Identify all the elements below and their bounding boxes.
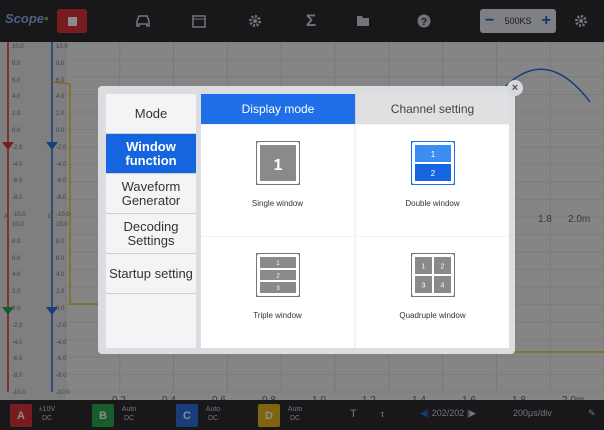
quadruple-window-label: Quadruple window — [399, 311, 466, 320]
menu-item-mode[interactable]: Mode — [106, 94, 196, 134]
double-window-option[interactable]: 1 2 Double window — [356, 125, 509, 236]
quadruple-window-icon: 1 2 3 4 — [411, 253, 455, 297]
window-number: 1 — [422, 264, 426, 271]
window-number: 1 — [431, 150, 436, 159]
triple-window-icon: 1 2 3 — [256, 253, 300, 297]
single-window-option[interactable]: 1 Single window — [201, 125, 354, 236]
menu-item-waveform-generator[interactable]: Waveform Generator — [106, 174, 196, 214]
menu-item-window-function[interactable]: Window function — [106, 134, 196, 174]
window-number: 4 — [441, 283, 445, 290]
dialog-menu: Mode Window function Waveform Generator … — [106, 94, 196, 348]
triple-window-option[interactable]: 1 2 3 Triple window — [201, 237, 354, 348]
window-number: 2 — [431, 169, 436, 178]
close-dialog-button[interactable]: × — [507, 80, 523, 96]
quadruple-window-option[interactable]: 1 2 3 4 Quadruple window — [356, 237, 509, 348]
window-number: 1 — [274, 157, 283, 174]
triple-window-label: Triple window — [253, 311, 302, 320]
window-number: 3 — [422, 283, 426, 290]
dialog-content: Display mode Channel setting 1 Single wi… — [201, 94, 509, 348]
tab-channel-setting[interactable]: Channel setting — [355, 94, 509, 124]
double-window-label: Double window — [405, 199, 460, 208]
double-window-icon: 1 2 — [411, 141, 455, 185]
single-window-icon: 1 — [256, 141, 300, 185]
single-window-label: Single window — [251, 199, 304, 208]
menu-item-decoding-settings[interactable]: Decoding Settings — [106, 214, 196, 254]
tab-display-mode[interactable]: Display mode — [201, 94, 355, 124]
window-number: 2 — [441, 264, 445, 271]
menu-item-startup-setting[interactable]: Startup setting — [106, 254, 196, 294]
